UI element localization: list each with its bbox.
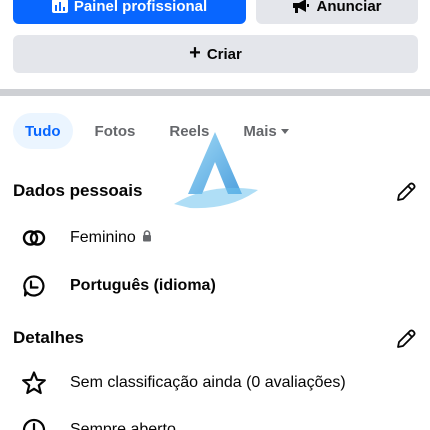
tab-photos[interactable]: Fotos: [83, 113, 148, 149]
language-row: Português (idioma): [20, 272, 216, 300]
edit-details-icon[interactable]: [394, 327, 418, 351]
language-icon: [20, 272, 48, 300]
hours-label: Sempre aberto: [70, 421, 176, 430]
clock-icon: [20, 416, 48, 430]
advertise-button[interactable]: Anunciar: [256, 0, 418, 24]
lock-icon: [142, 229, 152, 247]
star-icon: [20, 369, 48, 397]
megaphone-icon: [293, 0, 310, 13]
tab-all[interactable]: Tudo: [13, 113, 73, 149]
gender-row: Feminino: [20, 224, 152, 252]
rating-row: Sem classificação ainda (0 avaliações): [20, 369, 346, 397]
create-label: Criar: [206, 45, 242, 63]
plus-icon: +: [189, 42, 201, 64]
hours-row: Sempre aberto: [20, 416, 176, 430]
professional-dashboard-label: Painel profissional: [73, 0, 208, 15]
watermark-logo: [174, 132, 258, 209]
create-button[interactable]: + Criar: [13, 35, 418, 73]
gender-label: Feminino: [70, 229, 136, 246]
rating-label: Sem classificação ainda (0 avaliações): [70, 374, 346, 391]
language-label: Português (idioma): [70, 277, 216, 294]
section-divider: [0, 89, 430, 96]
advertise-label: Anunciar: [316, 0, 382, 15]
dashboard-icon: [51, 0, 68, 13]
details-title: Detalhes: [13, 328, 84, 347]
tab-all-label: Tudo: [25, 122, 61, 140]
tab-photos-label: Fotos: [94, 122, 136, 140]
edit-personal-data-icon[interactable]: [394, 180, 418, 204]
gender-icon: [20, 224, 48, 252]
professional-dashboard-button[interactable]: Painel profissional: [13, 0, 246, 24]
top-action-buttons: Painel profissional Anunciar: [13, 0, 418, 24]
caret-down-icon: [280, 128, 289, 134]
profile-tabs: Tudo Fotos Reels Mais: [13, 112, 311, 150]
personal-data-title: Dados pessoais: [13, 181, 143, 200]
